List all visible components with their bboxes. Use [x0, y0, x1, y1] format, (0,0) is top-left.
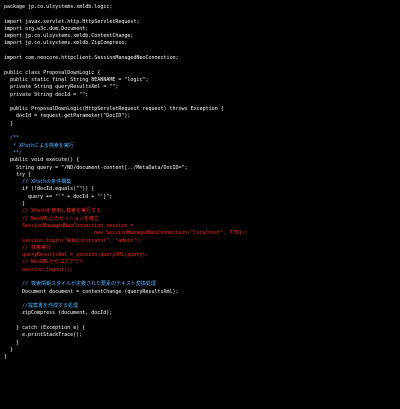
code-line: query += "'" + docId + "']"; [28, 193, 113, 200]
code-line: Document document = contentChange (query… [22, 288, 179, 295]
code-line: } catch (Exception e) { [16, 325, 86, 332]
code-line: public class ProposalDownLogic { [4, 69, 101, 76]
code-line: public ProposalDownLogic(HttpServletRequ… [10, 106, 224, 113]
comment-line: /** [10, 135, 20, 142]
highlighted-code-line: // XPathを使用し検索を実行する [22, 208, 102, 215]
code-line: } [16, 339, 20, 346]
code-line: private String docId = ""; [10, 91, 89, 98]
code-line: e.printStackTrace(); [22, 332, 83, 339]
highlighted-code-line: new SessionManagedNeoConnection("localho… [94, 230, 248, 237]
highlighted-code-line: // NeoXMLとのセッションを確立 [22, 215, 100, 222]
code-line: import org.w3c.dom.Document; [4, 25, 89, 32]
highlighted-code-line: // NeoXMLからログアウト [22, 259, 85, 266]
highlighted-code-line: session.login("Administrator", "admin"); [22, 237, 143, 244]
comment-line: * XPathによる検索を実行 [10, 142, 74, 149]
highlighted-code-line: SessionManagedNeoConnection session = [22, 222, 134, 229]
code-line: import javax.servlet.http.HttpServletReq… [4, 18, 140, 25]
code-line: zipCompress (document, docId); [22, 310, 113, 317]
comment-line: //提案書を作成する処理 [22, 303, 79, 310]
comment-line: // 検索情報スタイルが定義された要素のテキスト変換処理 [22, 281, 156, 288]
code-line: import jp.co.ulsystems.xmldb.ContentChan… [4, 33, 134, 40]
code-listing: package jp.co.ulsystems.xmldb.logic; impo… [4, 4, 398, 362]
code-line: docId = request.getParameter("DocID"); [16, 113, 131, 120]
code-line: String query = "/ND/document-content[../… [16, 164, 188, 171]
code-line: import com.neocore.httpclient.SessionMan… [4, 55, 179, 62]
code-line: import jp.co.ulsystems.xmldb.ZipCompress… [4, 40, 128, 47]
code-line: } [10, 120, 14, 127]
code-line: if (!docId.equals("")) { [22, 186, 95, 193]
code-line: public void execute() { [10, 157, 80, 164]
code-line: package jp.co.ulsystems.xmldb.logic; [4, 4, 113, 10]
code-line: public static final String BEANNAME = "l… [10, 76, 149, 83]
code-line: } [4, 354, 8, 361]
highlighted-code-line: session.logout(); [22, 266, 74, 273]
code-editor[interactable]: package jp.co.ulsystems.xmldb.logic; impo… [0, 0, 400, 409]
code-line: private String queryResultsXml = ""; [10, 84, 119, 91]
highlighted-code-line: // 検索実行 [22, 244, 52, 251]
comment-line: // XPathの条件構築 [22, 179, 72, 186]
code-line: } [10, 346, 14, 353]
comment-line: **/ [10, 149, 23, 156]
